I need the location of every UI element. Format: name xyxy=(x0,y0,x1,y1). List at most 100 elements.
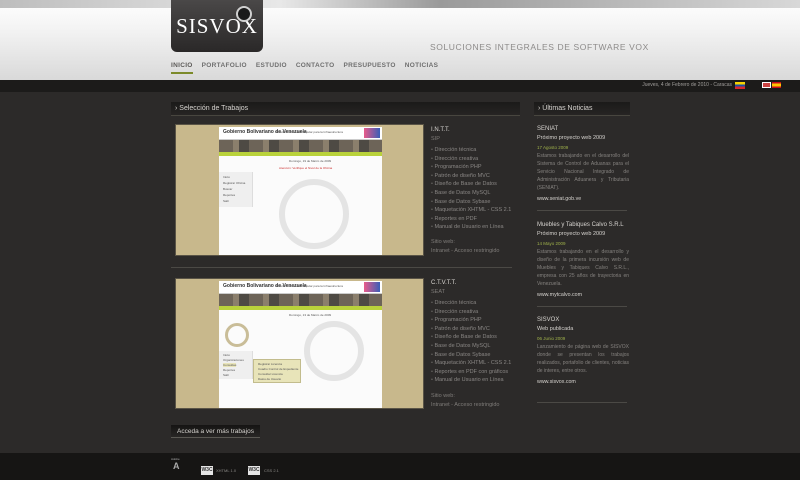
w3c-xhtml-badge[interactable]: W3C xyxy=(201,466,213,475)
project-thumbnail-intt[interactable]: Gobierno Bolivariano de Venezuela Minist… xyxy=(175,124,424,256)
thumb-green-bar xyxy=(219,152,382,156)
news-org: SENIAT xyxy=(537,126,559,132)
footer xyxy=(0,453,800,480)
project-thumbnail-ctvtt[interactable]: Gobierno Bolivariano de Venezuela Minist… xyxy=(175,278,424,409)
thumb-photo-strip xyxy=(219,294,382,306)
feature-item: Patrón de diseño MVC xyxy=(431,172,511,181)
thumb-menu-item: Inicio xyxy=(223,175,231,179)
tagline: SOLUCIONES INTEGRALES DE SOFTWARE VOX xyxy=(430,42,649,52)
project-features-list: Dirección técnica Dirección creativa Pro… xyxy=(431,299,511,385)
project-site-value: Intranet - Acceso restringido xyxy=(431,248,500,254)
feature-item: Diseño de Base de Datos xyxy=(431,333,511,342)
thumb-photo-strip xyxy=(219,140,382,152)
feature-item: Dirección técnica xyxy=(431,146,511,155)
nav-item-presupuesto[interactable]: PRESUPUESTO xyxy=(343,62,395,74)
project-site-label: Sitio web: xyxy=(431,393,455,399)
feature-item: Patrón de diseño MVC xyxy=(431,325,511,334)
thumb-date: Domingo, 19 de Marzo de 2009 xyxy=(289,159,332,163)
flag-spanish-icon[interactable] xyxy=(772,82,781,88)
news-item: Muebles y Tabiques Calvo S.R.L Próximo p… xyxy=(537,221,629,301)
news-headline: Próximo proyecto web 2009 xyxy=(537,135,606,141)
project-divider xyxy=(171,267,512,268)
news-date: 17 Agosto 2009 xyxy=(537,145,569,150)
more-works-button[interactable]: Acceda a ver más trabajos xyxy=(171,425,260,438)
thumb-logo xyxy=(364,282,380,292)
feature-item: Dirección técnica xyxy=(431,299,511,308)
header-decor-strip xyxy=(0,0,800,8)
thumb-submenu-item: Cuadro Control de Expediente xyxy=(258,367,299,371)
feature-item: Programación PHP xyxy=(431,163,511,172)
news-divider xyxy=(537,306,627,307)
thumb-menu-item: Registrar Oficina xyxy=(223,181,246,185)
thumb-menu-item: Buscar xyxy=(223,187,233,191)
thumb-seal-icon xyxy=(225,323,249,347)
feature-item: Maquetación XHTML - CSS 2.1 xyxy=(431,359,511,368)
news-date: 14 Mayo 2009 xyxy=(537,241,566,246)
project-title: I.N.T.T. xyxy=(431,127,450,133)
feature-item: Manual de Usuario en Línea xyxy=(431,223,511,232)
feature-item: Base de Datos MySQL xyxy=(431,342,511,351)
project-title: C.T.V.T.T. xyxy=(431,280,457,286)
feature-item: Diseño de Base de Datos xyxy=(431,180,511,189)
news-item: SENIAT Próximo proyecto web 2009 17 Agos… xyxy=(537,125,629,205)
thumb-sidebar: Inicio Organizaciones Consultas Reportes… xyxy=(219,351,253,379)
thumb-sidebar: Inicio Registrar Oficina Buscar Reportes… xyxy=(219,172,253,207)
nav-item-portafolio[interactable]: PORTAFOLIO xyxy=(202,62,247,74)
feature-item: Programación PHP xyxy=(431,316,511,325)
news-headline: Próximo proyecto web 2009 xyxy=(537,231,606,237)
project-site-label: Sitio web: xyxy=(431,239,455,245)
feature-item: Dirección creativa xyxy=(431,308,511,317)
w3c-css-badge[interactable]: W3C xyxy=(248,466,260,475)
adobe-icon: A xyxy=(173,461,180,471)
thumb-screen: Gobierno Bolivariano de Venezuela Minist… xyxy=(219,127,382,255)
thumb-watermark-seal xyxy=(279,179,349,249)
news-divider xyxy=(537,210,627,211)
thumb-menu-item: Organizaciones xyxy=(223,358,244,362)
thumb-submenu: Registrar Licencia Cuadro Control de Exp… xyxy=(253,359,301,383)
thumb-menu-item: Reportes xyxy=(223,368,236,372)
nav-item-estudio[interactable]: ESTUDIO xyxy=(256,62,287,74)
thumb-menu-item: Inicio xyxy=(223,353,231,357)
news-divider xyxy=(537,402,627,403)
thumb-logo xyxy=(364,128,380,138)
news-link[interactable]: www.seniat.gob.ve xyxy=(537,193,629,205)
news-body: Estamos trabajando en el desarrollo del … xyxy=(537,153,629,191)
nav-item-noticias[interactable]: NOTICIAS xyxy=(405,62,438,74)
news-link[interactable]: www.mytcalvo.com xyxy=(537,289,629,301)
feature-item: Reportes en PDF xyxy=(431,215,511,224)
project-features-list: Dirección técnica Dirección creativa Pro… xyxy=(431,146,511,232)
feature-item: Base de Datos MySQL xyxy=(431,189,511,198)
project-site-value: Intranet - Acceso restringido xyxy=(431,402,500,408)
w3c-xhtml-text: XHTML 1.0 xyxy=(216,468,237,473)
news-org: SISVOX xyxy=(537,317,560,323)
thumb-menu-item: Salir xyxy=(223,199,230,203)
news-org: Muebles y Tabiques Calvo S.R.L xyxy=(537,222,624,228)
thumb-date: Domingo, 13 de Marzo de 2009 xyxy=(289,313,332,317)
news-headline: Web publicada xyxy=(537,326,574,332)
news-body: Estamos trabajando en el desarrollo y di… xyxy=(537,249,629,287)
thumb-submenu-item: Consultar Licencia xyxy=(258,372,283,376)
thumb-screen: Gobierno Bolivariano de Venezuela Minist… xyxy=(219,281,382,408)
feature-item: Manual de Usuario en Línea xyxy=(431,376,511,385)
logo-swoosh-icon xyxy=(236,6,252,22)
feature-item: Dirección creativa xyxy=(431,155,511,164)
feature-item: Base de Datos Sybase xyxy=(431,198,511,207)
nav-item-contacto[interactable]: CONTACTO xyxy=(296,62,335,74)
thumb-submenu-item: Registrar Licencia xyxy=(258,362,283,366)
flag-english-icon[interactable] xyxy=(762,82,771,88)
news-section-header: › Últimas Noticias xyxy=(534,102,630,116)
main-nav: INICIO PORTAFOLIO ESTUDIO CONTACTO PRESU… xyxy=(171,62,447,74)
current-date: Jueves, 4 de Febrero de 2010 - Caracas xyxy=(642,82,732,88)
feature-item: Base de Datos Sybase xyxy=(431,351,511,360)
news-link[interactable]: www.sisvox.com xyxy=(537,376,629,388)
thumb-header: Gobierno Bolivariano de Venezuela Minist… xyxy=(219,281,382,294)
thumb-header: Gobierno Bolivariano de Venezuela Minist… xyxy=(219,127,382,140)
thumb-green-bar xyxy=(219,306,382,310)
thumb-notice: Atención: Verifique el Nivel de la Ofici… xyxy=(279,166,333,170)
news-body: Lanzamiento de página web de SISVOX dond… xyxy=(537,344,629,374)
thumb-menu-item: Consultas xyxy=(223,363,237,367)
news-item: SISVOX Web publicada 06 Junio 2009 Lanza… xyxy=(537,316,629,388)
thumb-submenu-item: Datos de Usuario xyxy=(258,377,282,381)
thumb-ministry-text: Ministerio del Poder Popular para la Inf… xyxy=(275,284,343,288)
nav-item-inicio[interactable]: INICIO xyxy=(171,62,193,74)
